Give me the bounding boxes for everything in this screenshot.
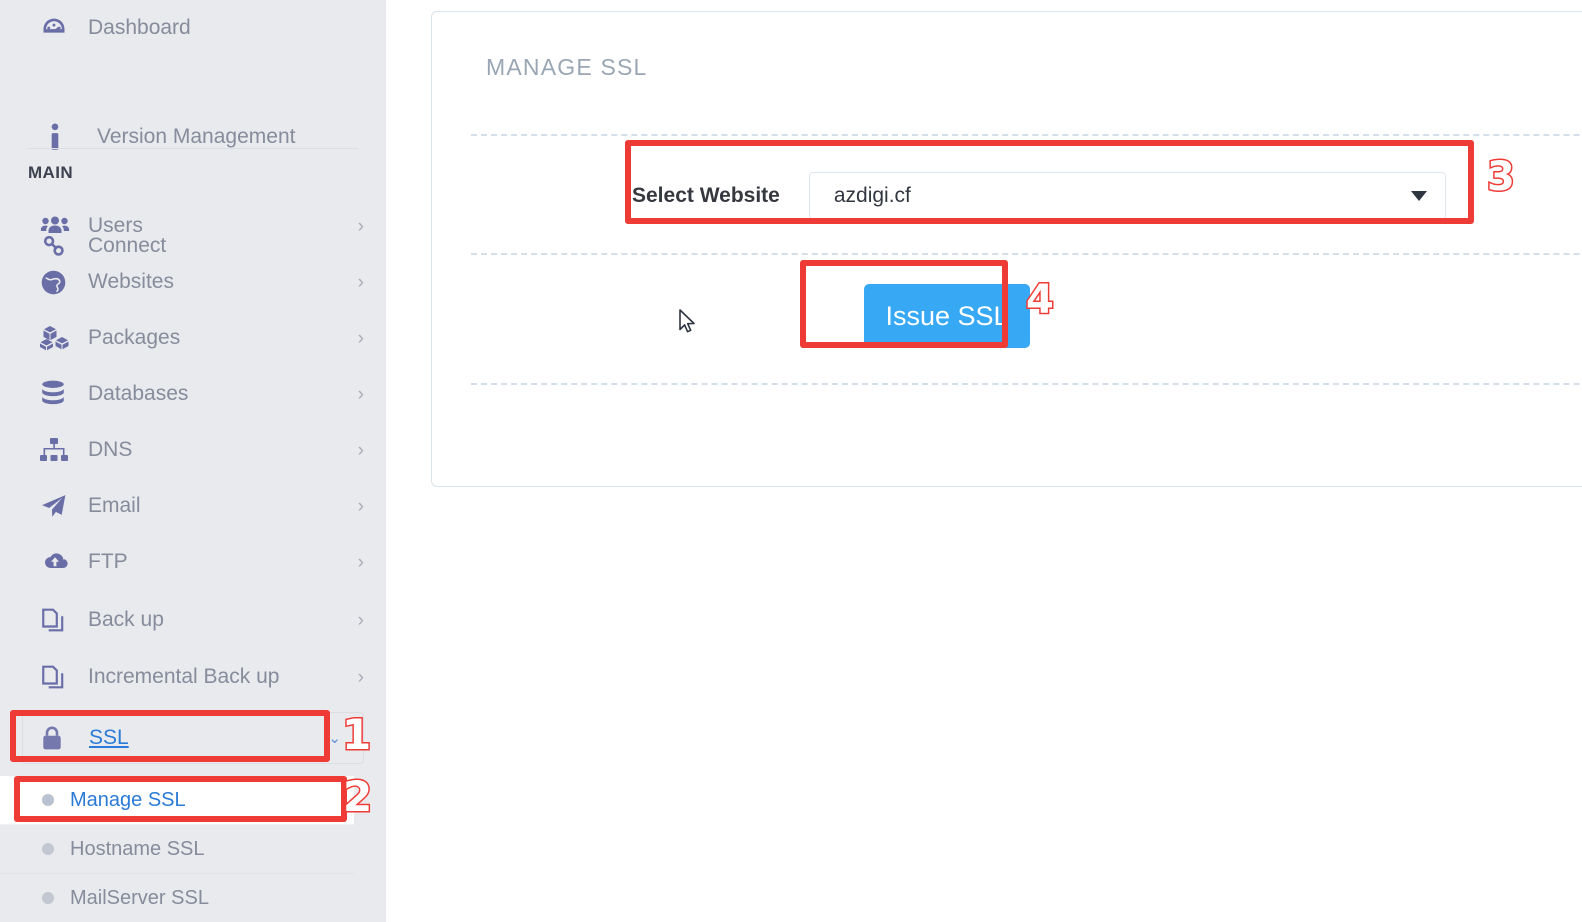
sidebar-item-users[interactable]: Users › [0, 198, 386, 254]
sidebar-item-ssl[interactable]: SSL ⌄ [22, 712, 364, 764]
sidebar-item-label: Incremental Back up [88, 665, 350, 689]
sidebar-item-label: Version Management [97, 125, 364, 149]
main-content: MANAGE SSL Select Website azdigi.cf Issu… [386, 0, 1582, 922]
cloud-upload-icon [40, 548, 74, 576]
caret-down-icon [1411, 191, 1427, 201]
sidebar-item-label: Websites [88, 270, 350, 294]
select-website-row: Select Website azdigi.cf [632, 172, 1446, 220]
sidebar-item-dns[interactable]: DNS › [0, 422, 386, 478]
sidebar-item-websites[interactable]: Websites › [0, 254, 386, 310]
paper-plane-icon [40, 492, 74, 520]
sidebar-subitem-mailserver-ssl[interactable]: MailServer SSL [0, 874, 354, 922]
lock-icon [41, 724, 75, 752]
sidebar-item-label: Back up [88, 608, 350, 632]
sitemap-icon [40, 436, 74, 464]
sidebar-item-ftp[interactable]: FTP › [0, 534, 386, 590]
chevron-right-icon: › [358, 273, 364, 292]
sidebar-subitem-label: Manage SSL [70, 789, 186, 812]
app-root: Dashboard Version Management Connect MAI… [0, 0, 1582, 922]
sidebar-item-label: Email [88, 494, 350, 518]
globe-icon [40, 268, 74, 296]
sidebar-subitem-manage-ssl[interactable]: Manage SSL [0, 776, 354, 825]
select-website-label: Select Website [632, 184, 780, 208]
issue-ssl-button[interactable]: Issue SSL [864, 284, 1030, 348]
bullet-icon [42, 843, 54, 855]
sidebar-item-label: Databases [88, 382, 350, 406]
chevron-right-icon: › [358, 441, 364, 460]
chevron-right-icon: › [358, 497, 364, 516]
info-icon [40, 123, 83, 151]
sidebar-item-incremental-backup[interactable]: Incremental Back up › [0, 649, 386, 705]
boxes-icon [40, 324, 74, 352]
sidebar-item-backup[interactable]: Back up › [0, 592, 386, 648]
dashboard-icon [40, 14, 74, 42]
bullet-icon [42, 892, 54, 904]
page-title: MANAGE SSL [486, 54, 648, 81]
sidebar-item-label: DNS [88, 438, 350, 462]
sidebar-item-databases[interactable]: Databases › [0, 366, 386, 422]
sidebar-subitem-label: Hostname SSL [70, 838, 205, 861]
sidebar-item-label: Packages [88, 326, 350, 350]
sidebar-item-label: FTP [88, 550, 350, 574]
sidebar-section-main: MAIN [28, 163, 73, 183]
chevron-right-icon: › [358, 217, 364, 236]
section-divider [471, 253, 1582, 255]
copy-icon [40, 606, 74, 634]
sidebar-subitem-hostname-ssl[interactable]: Hostname SSL [0, 825, 354, 874]
section-divider [471, 383, 1582, 385]
sidebar-item-label: SSL [89, 726, 320, 750]
sidebar: Dashboard Version Management Connect MAI… [0, 0, 386, 922]
sidebar-divider [28, 148, 358, 149]
chevron-right-icon: › [358, 329, 364, 348]
sidebar-item-label: Dashboard [88, 16, 364, 40]
chevron-right-icon: › [358, 385, 364, 404]
chevron-down-icon: ⌄ [328, 731, 341, 746]
manage-ssl-card: MANAGE SSL Select Website azdigi.cf Issu… [431, 11, 1582, 487]
sidebar-item-email[interactable]: Email › [0, 478, 386, 534]
database-icon [40, 380, 74, 408]
chevron-right-icon: › [358, 553, 364, 572]
sidebar-item-version-management[interactable]: Version Management [0, 109, 386, 165]
section-divider [471, 134, 1582, 136]
sidebar-item-packages[interactable]: Packages › [0, 310, 386, 366]
sidebar-item-dashboard[interactable]: Dashboard [0, 0, 386, 56]
users-icon [40, 212, 74, 240]
bullet-icon [42, 794, 54, 806]
sidebar-item-label: Users [88, 214, 350, 238]
chevron-right-icon: › [358, 668, 364, 687]
copy-icon [40, 663, 74, 691]
chevron-right-icon: › [358, 611, 364, 630]
sidebar-subitem-label: MailServer SSL [70, 887, 209, 910]
select-website-dropdown[interactable]: azdigi.cf [809, 172, 1446, 220]
select-website-value: azdigi.cf [834, 184, 911, 208]
